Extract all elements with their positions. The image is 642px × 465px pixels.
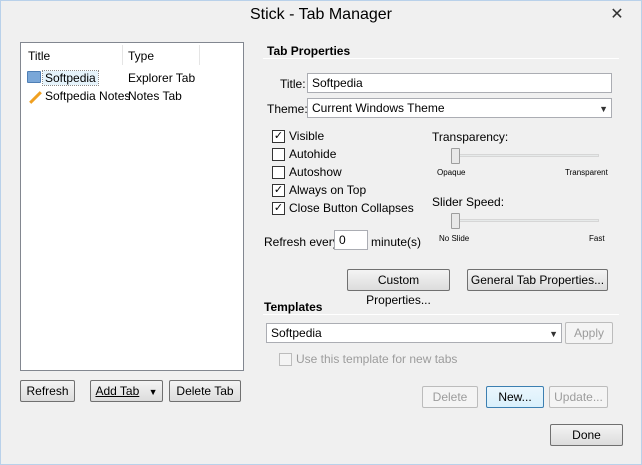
checkbox-label: Close Button Collapses [289,201,414,215]
template-selected-value: Softpedia [271,326,322,340]
theme-select[interactable]: Current Windows Theme ▼ [307,98,612,118]
transparency-label: Transparency: [432,130,509,144]
tab-manager-window: Stick - Tab Manager ✕ Title Type Softped… [0,0,642,465]
slider-speed-slider[interactable] [451,213,460,229]
title-bar: Stick - Tab Manager ✕ [1,1,641,31]
list-item[interactable]: Softpedia Notes Notes Tab [21,87,243,105]
add-tab-label: Add Tab [95,384,140,398]
list-item-title: Softpedia Notes [45,89,131,103]
column-header-title[interactable]: Title [28,49,50,63]
chevron-down-icon: ▼ [148,387,158,397]
window-title: Stick - Tab Manager [250,6,392,23]
list-item-type: Notes Tab [128,89,182,103]
checkbox-label: Visible [289,129,325,143]
column-header-type[interactable]: Type [128,49,154,63]
templates-heading: Templates [264,300,323,314]
checkbox-box: ✓ [272,184,285,197]
tab-list-header: Title Type [21,43,243,67]
chevron-down-icon: ▼ [549,329,558,339]
close-icon[interactable]: ✕ [607,5,627,25]
custom-properties-button[interactable]: Custom Properties... [347,269,450,307]
checkbox-box [272,148,285,161]
template-select[interactable]: Softpedia ▼ [266,323,562,343]
general-tab-properties-button[interactable]: General Tab Properties... [467,269,608,291]
tab-properties-heading: Tab Properties [267,44,351,58]
checkbox-box [279,353,292,366]
apply-button[interactable]: Apply [565,322,613,344]
checkbox-label: Always on Top [289,183,367,197]
refresh-interval-field[interactable] [334,230,368,250]
checkbox-label: Use this template for new tabs [296,352,458,366]
title-field[interactable] [307,73,612,93]
checkbox-label: Autoshow [289,165,342,179]
checkbox-box: ✓ [272,202,285,215]
list-item-type: Explorer Tab [128,71,196,85]
transparency-max-label: Transparent [565,168,608,177]
refresh-every-label: Refresh every [264,235,339,249]
done-button[interactable]: Done [550,424,623,446]
section-divider [263,314,619,315]
transparency-slider-track [453,154,599,157]
section-divider [263,58,619,59]
slider-speed-track [453,219,599,222]
chevron-down-icon: ▼ [599,104,608,114]
add-tab-button[interactable]: Add Tab ▼ [90,380,163,402]
tab-list[interactable]: Title Type Softpedia Explorer Tab Softpe… [20,42,244,371]
title-label: Title: [280,77,306,91]
list-item[interactable]: Softpedia Explorer Tab [21,69,243,87]
column-separator [122,45,123,65]
transparency-min-label: Opaque [437,168,466,177]
refresh-button[interactable]: Refresh [20,380,75,402]
folder-icon [27,71,41,83]
list-item-title: Softpedia [42,70,99,86]
checkbox-box [272,166,285,179]
slider-speed-max-label: Fast [589,234,605,243]
theme-label: Theme: [267,102,308,116]
checkbox-box: ✓ [272,130,285,143]
pencil-icon [27,89,42,104]
checkbox-label: Autohide [289,147,337,161]
column-separator [199,45,200,65]
refresh-unit-label: minute(s) [371,235,422,249]
delete-template-button[interactable]: Delete [422,386,478,408]
transparency-slider[interactable] [451,148,460,164]
slider-speed-min-label: No Slide [439,234,470,243]
new-template-button[interactable]: New... [486,386,544,408]
slider-speed-label: Slider Speed: [432,195,505,209]
delete-tab-button[interactable]: Delete Tab [169,380,241,402]
theme-selected-value: Current Windows Theme [312,101,445,115]
update-template-button[interactable]: Update... [549,386,608,408]
